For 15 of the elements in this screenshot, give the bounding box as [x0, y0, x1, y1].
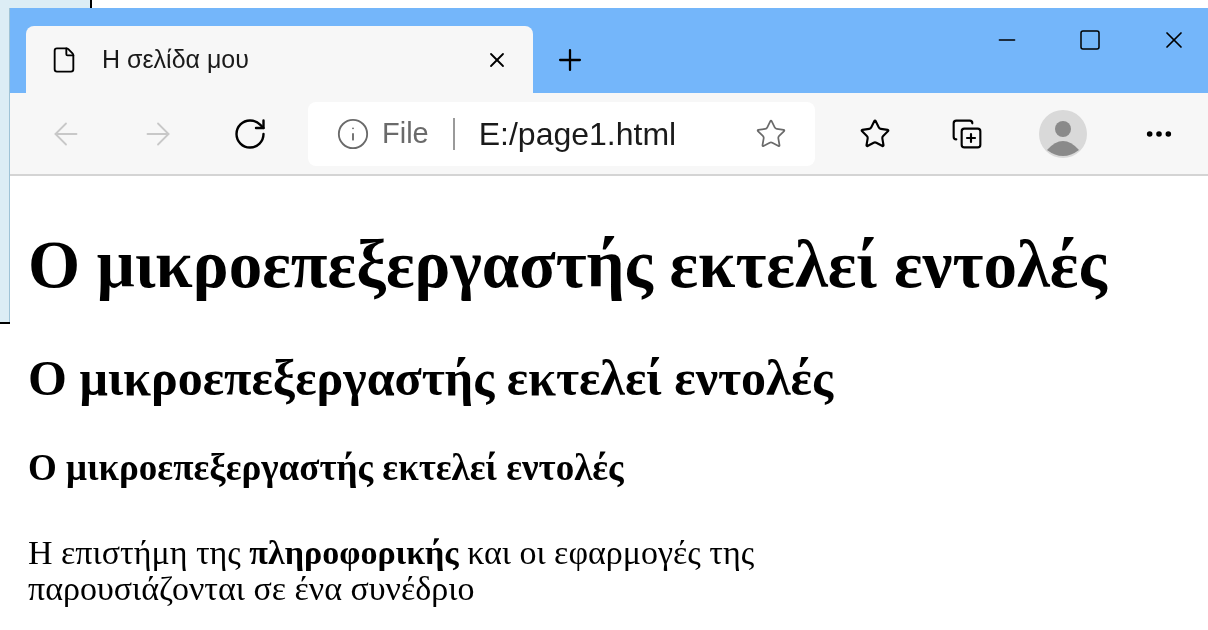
- page-heading: Ο μικροεπεξεργαστής εκτελεί εντολές: [28, 348, 834, 408]
- page-heading: Ο μικροεπεξεργαστής εκτελεί εντολές: [28, 226, 1107, 303]
- info-icon[interactable]: [336, 116, 370, 151]
- scheme-label: File: [382, 115, 429, 151]
- favorites-icon[interactable]: [859, 117, 891, 150]
- add-favorite-icon[interactable]: [755, 117, 787, 150]
- profile-avatar[interactable]: [1039, 109, 1087, 158]
- browser-tab[interactable]: Η σελίδα μου: [26, 26, 533, 93]
- tab-title: Η σελίδα μου: [102, 43, 250, 75]
- page-heading: Ο μικροεπεξεργαστής εκτελεί εντολές: [28, 446, 624, 491]
- maximize-icon[interactable]: [1078, 28, 1102, 52]
- address-bar[interactable]: File E:/page1.html: [308, 101, 815, 166]
- paragraph: Η επιστήμη της πληροφορικής και οι εφαρμογές της παρουσιάζονται σε ένα συνέδριο: [28, 534, 756, 607]
- collections-icon[interactable]: [951, 117, 983, 150]
- url-text: E:/page1.html: [478, 114, 678, 154]
